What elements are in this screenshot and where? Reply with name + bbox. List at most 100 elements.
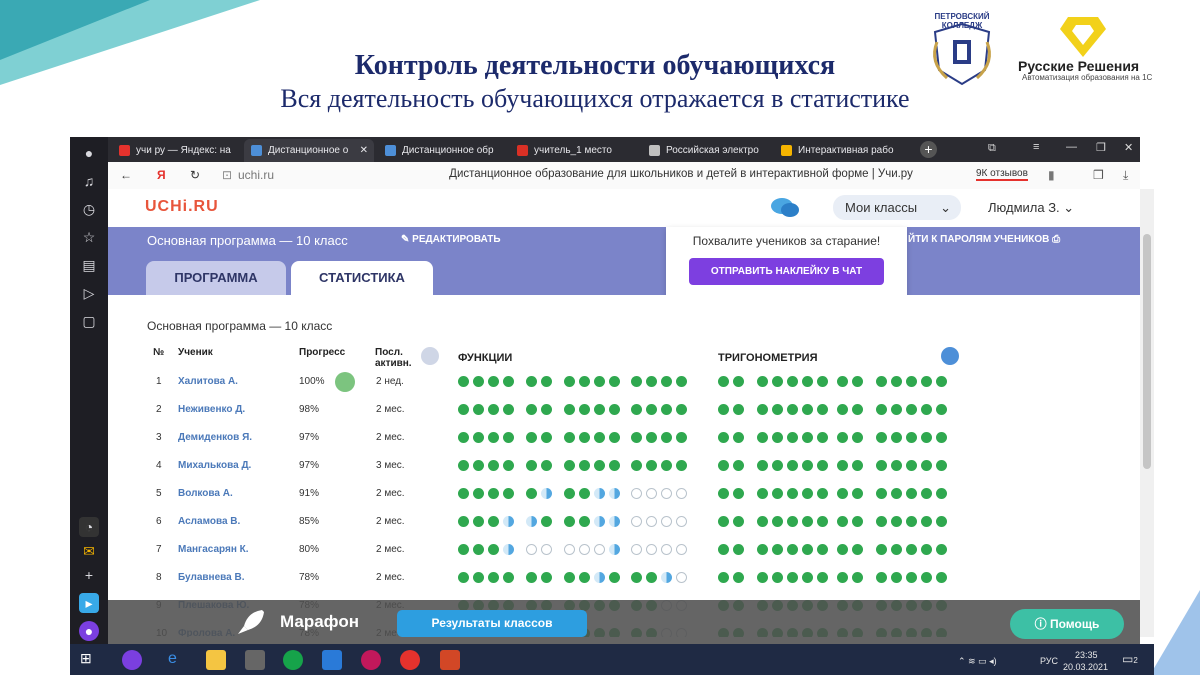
lesson-empty-dot[interactable] xyxy=(541,544,552,555)
user-menu[interactable]: Людмила З. ⌄ xyxy=(988,200,1074,216)
student-name[interactable]: Михалькова Д. xyxy=(178,452,251,480)
lesson-complete-dot[interactable] xyxy=(458,544,469,555)
lesson-complete-dot[interactable] xyxy=(757,376,768,387)
send-sticker-button[interactable]: ОТПРАВИТЬ НАКЛЕЙКУ В ЧАТ xyxy=(689,258,884,285)
lesson-complete-dot[interactable] xyxy=(757,432,768,443)
lesson-partial-dot[interactable] xyxy=(541,488,552,499)
student-name[interactable]: Халитова А. xyxy=(178,368,238,396)
menu-icon[interactable]: ≡ xyxy=(1033,141,1039,153)
lesson-complete-dot[interactable] xyxy=(488,516,499,527)
reviews-badge[interactable]: 9К отзывов xyxy=(976,168,1028,181)
lesson-complete-dot[interactable] xyxy=(876,432,887,443)
lesson-complete-dot[interactable] xyxy=(817,572,828,583)
class-results-button[interactable]: Результаты классов xyxy=(397,610,587,637)
lesson-complete-dot[interactable] xyxy=(676,460,687,471)
lesson-complete-dot[interactable] xyxy=(526,572,537,583)
marathon-label[interactable]: Марафон xyxy=(280,612,359,632)
lesson-empty-dot[interactable] xyxy=(631,516,642,527)
lesson-complete-dot[interactable] xyxy=(473,516,484,527)
scroll-left-button[interactable] xyxy=(421,347,439,365)
lesson-complete-dot[interactable] xyxy=(906,376,917,387)
student-passwords-link[interactable]: ЙТИ К ПАРОЛЯМ УЧЕНИКОВ ⎙ xyxy=(908,234,1060,245)
lesson-complete-dot[interactable] xyxy=(921,460,932,471)
lesson-complete-dot[interactable] xyxy=(852,488,863,499)
lesson-complete-dot[interactable] xyxy=(564,432,575,443)
reload-icon[interactable]: ↻ xyxy=(190,168,200,182)
lesson-complete-dot[interactable] xyxy=(817,376,828,387)
lesson-complete-dot[interactable] xyxy=(579,432,590,443)
lesson-complete-dot[interactable] xyxy=(733,460,744,471)
lesson-empty-dot[interactable] xyxy=(661,516,672,527)
lesson-complete-dot[interactable] xyxy=(458,376,469,387)
lesson-complete-dot[interactable] xyxy=(631,432,642,443)
lesson-complete-dot[interactable] xyxy=(718,544,729,555)
lesson-partial-dot[interactable] xyxy=(609,544,620,555)
lesson-complete-dot[interactable] xyxy=(541,432,552,443)
lesson-complete-dot[interactable] xyxy=(772,544,783,555)
lesson-empty-dot[interactable] xyxy=(661,488,672,499)
alice-icon[interactable]: ● xyxy=(79,621,99,641)
lesson-complete-dot[interactable] xyxy=(473,488,484,499)
lesson-complete-dot[interactable] xyxy=(921,404,932,415)
lesson-complete-dot[interactable] xyxy=(802,488,813,499)
lesson-complete-dot[interactable] xyxy=(488,460,499,471)
bookmark-icon[interactable]: ▮ xyxy=(1048,168,1055,182)
lesson-complete-dot[interactable] xyxy=(802,432,813,443)
windows-start-icon[interactable]: ⊞ xyxy=(80,650,100,670)
lesson-complete-dot[interactable] xyxy=(772,376,783,387)
lesson-complete-dot[interactable] xyxy=(609,460,620,471)
lesson-complete-dot[interactable] xyxy=(661,376,672,387)
student-name[interactable]: Волкова А. xyxy=(178,480,233,508)
lesson-complete-dot[interactable] xyxy=(817,404,828,415)
lesson-complete-dot[interactable] xyxy=(718,516,729,527)
lesson-complete-dot[interactable] xyxy=(541,460,552,471)
game-icon[interactable] xyxy=(361,650,381,670)
student-name[interactable]: Булавнева В. xyxy=(178,564,245,592)
lesson-complete-dot[interactable] xyxy=(579,516,590,527)
lesson-complete-dot[interactable] xyxy=(503,432,514,443)
lesson-complete-dot[interactable] xyxy=(646,376,657,387)
lesson-complete-dot[interactable] xyxy=(526,376,537,387)
lesson-complete-dot[interactable] xyxy=(906,488,917,499)
lesson-complete-dot[interactable] xyxy=(891,432,902,443)
apps-icon[interactable]: ◔ xyxy=(79,517,99,537)
lesson-complete-dot[interactable] xyxy=(837,488,848,499)
uchi-logo[interactable]: UCHi.RU xyxy=(145,198,219,216)
lesson-complete-dot[interactable] xyxy=(733,432,744,443)
lesson-complete-dot[interactable] xyxy=(876,544,887,555)
lesson-complete-dot[interactable] xyxy=(852,376,863,387)
file-explorer-icon[interactable] xyxy=(206,650,226,670)
lesson-complete-dot[interactable] xyxy=(609,404,620,415)
lesson-complete-dot[interactable] xyxy=(802,572,813,583)
lesson-complete-dot[interactable] xyxy=(458,516,469,527)
lesson-complete-dot[interactable] xyxy=(852,544,863,555)
lesson-complete-dot[interactable] xyxy=(733,516,744,527)
collections-icon[interactable]: ▤ xyxy=(79,255,99,275)
yandex-browser-icon[interactable] xyxy=(400,650,420,670)
lesson-complete-dot[interactable] xyxy=(817,460,828,471)
lesson-complete-dot[interactable] xyxy=(609,432,620,443)
student-name[interactable]: Демиденков Я. xyxy=(178,424,252,452)
lesson-complete-dot[interactable] xyxy=(564,572,575,583)
lesson-complete-dot[interactable] xyxy=(852,460,863,471)
lesson-complete-dot[interactable] xyxy=(661,460,672,471)
lesson-empty-dot[interactable] xyxy=(676,544,687,555)
lesson-complete-dot[interactable] xyxy=(526,488,537,499)
lesson-complete-dot[interactable] xyxy=(802,460,813,471)
mail-icon[interactable]: ✉ xyxy=(79,541,99,561)
lesson-complete-dot[interactable] xyxy=(906,460,917,471)
lesson-complete-dot[interactable] xyxy=(473,544,484,555)
lesson-complete-dot[interactable] xyxy=(579,488,590,499)
lesson-empty-dot[interactable] xyxy=(661,544,672,555)
lesson-complete-dot[interactable] xyxy=(936,460,947,471)
lesson-complete-dot[interactable] xyxy=(631,572,642,583)
lesson-complete-dot[interactable] xyxy=(473,572,484,583)
lesson-complete-dot[interactable] xyxy=(458,488,469,499)
lesson-complete-dot[interactable] xyxy=(936,516,947,527)
history-icon[interactable]: ◷ xyxy=(79,199,99,219)
student-name[interactable]: Мангасарян К. xyxy=(178,536,249,564)
lesson-complete-dot[interactable] xyxy=(817,432,828,443)
lesson-complete-dot[interactable] xyxy=(473,376,484,387)
help-button[interactable]: ⓘ Помощь xyxy=(1010,609,1124,639)
lesson-complete-dot[interactable] xyxy=(891,460,902,471)
